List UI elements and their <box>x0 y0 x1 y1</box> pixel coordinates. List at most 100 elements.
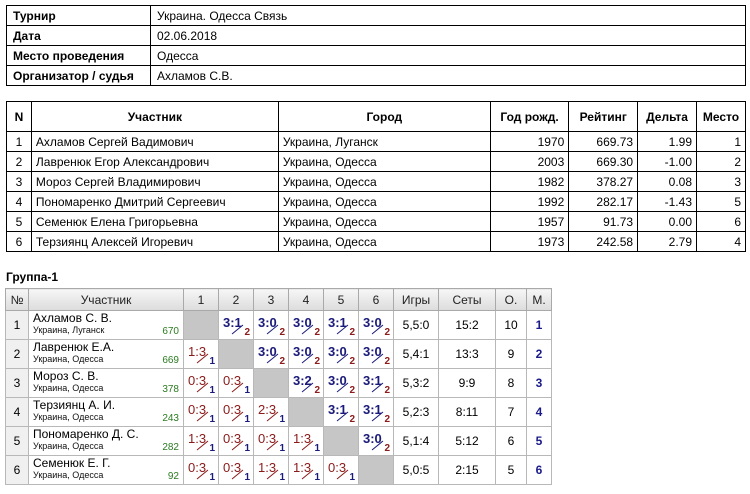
participant-cell: 378.27 <box>568 171 639 192</box>
participant-cell: 4 <box>696 231 746 252</box>
match-points: 2 <box>349 327 355 338</box>
group-header: № <box>5 288 29 311</box>
info-row: Место проведения Одесса <box>6 45 746 66</box>
participant-cell: 5 <box>696 191 746 212</box>
info-value: 02.06.2018 <box>150 25 746 46</box>
participant-cell: 242.58 <box>568 231 639 252</box>
match-cell: 3:1 2 <box>358 368 394 398</box>
group-header: 4 <box>288 288 324 311</box>
points-cell: 8 <box>495 368 527 398</box>
row-number: 3 <box>5 368 29 398</box>
match-points: 2 <box>349 356 355 367</box>
match-cell: 3:1 2 <box>323 310 359 340</box>
match-points: 1 <box>209 414 215 425</box>
group-header: 1 <box>183 288 219 311</box>
games-cell: 5,0:5 <box>393 455 439 485</box>
participant-cell: Лавренюк Егор Александрович <box>30 151 279 172</box>
player-city: Украина, Одесса <box>33 354 104 364</box>
participant-cell: 2.79 <box>637 231 697 252</box>
match-points: 1 <box>314 443 320 454</box>
match-cell: 0:3 1 <box>183 368 219 398</box>
player-city: Украина, Одесса <box>33 470 104 480</box>
player-name: Терзиянц А. И. <box>33 398 116 412</box>
match-cell: 0:3 1 <box>253 426 289 456</box>
participant-cell: 1982 <box>489 171 570 192</box>
group-row: 4 Терзиянц А. И. Украина, Одесса 243 0:3 1 0:3… <box>5 397 552 427</box>
sets-cell: 9:9 <box>438 368 496 398</box>
sets-cell: 5:12 <box>438 426 496 456</box>
participant-row: 1 Ахламов Сергей Вадимович Украина, Луганс… <box>6 131 746 152</box>
player-name: Пономаренко Д. С. <box>33 427 139 441</box>
info-label: Место проведения <box>6 45 151 66</box>
match-points: 2 <box>314 356 320 367</box>
match-cell: 3:1 2 <box>218 310 254 340</box>
player-city: Украина, Луганск <box>33 325 105 335</box>
points-cell: 6 <box>495 426 527 456</box>
match-cell: 3:0 2 <box>323 368 359 398</box>
participant-cell: Украина, Одесса <box>277 171 491 192</box>
participant-cell: Украина, Одесса <box>277 211 491 232</box>
slash-icon <box>266 411 279 422</box>
slash-icon <box>336 353 349 364</box>
match-points: 1 <box>244 385 250 396</box>
match-cell: 0:3 1 <box>183 455 219 485</box>
player-rating: 378 <box>162 384 179 395</box>
participant-cell: 4 <box>6 191 32 212</box>
slash-icon <box>371 382 384 393</box>
group-header: 6 <box>358 288 394 311</box>
match-cell: 0:3 1 <box>218 426 254 456</box>
match-cell: 3:0 2 <box>253 339 289 369</box>
points-cell: 7 <box>495 397 527 427</box>
slash-icon <box>196 440 209 451</box>
slash-icon <box>301 469 314 480</box>
slash-icon <box>231 411 244 422</box>
player-cell: Семенюк Е. Г. Украина, Одесса 92 <box>28 455 184 485</box>
participant-cell: 0.08 <box>637 171 697 192</box>
group-header: Сеты <box>438 288 496 311</box>
group-title: Группа-1 <box>6 270 59 284</box>
participants-header: N <box>6 101 32 132</box>
participant-cell: 669.30 <box>568 151 639 172</box>
participant-cell: 91.73 <box>568 211 639 232</box>
diagonal-cell <box>288 397 324 427</box>
points-cell: 9 <box>495 339 527 369</box>
match-points: 2 <box>349 385 355 396</box>
match-cell: 3:0 2 <box>288 339 324 369</box>
slash-icon <box>231 440 244 451</box>
participants-header: Дельта <box>637 101 697 132</box>
player-name: Мороз С. В. <box>33 369 99 383</box>
match-points: 1 <box>209 472 215 483</box>
sets-cell: 13:3 <box>438 339 496 369</box>
diagonal-cell <box>218 339 254 369</box>
slash-icon <box>371 353 384 364</box>
participant-cell: 1 <box>696 131 746 152</box>
player-city: Украина, Одесса <box>33 441 104 451</box>
info-label: Организатор / судья <box>6 65 151 86</box>
match-cell: 3:1 2 <box>358 397 394 427</box>
diagonal-cell <box>253 368 289 398</box>
match-cell: 0:3 1 <box>218 397 254 427</box>
participant-cell: Украина, Одесса <box>277 151 491 172</box>
participant-cell: 5 <box>6 211 32 232</box>
info-value: Украина. Одесса Связь <box>150 5 746 26</box>
match-points: 1 <box>314 472 320 483</box>
participant-cell: 1970 <box>489 131 570 152</box>
player-name: Семенюк Е. Г. <box>33 456 111 470</box>
group-header: О. <box>495 288 527 311</box>
group-row: 6 Семенюк Е. Г. Украина, Одесса 92 0:3 1 0:3 1 1… <box>5 455 552 485</box>
participant-cell: 2 <box>696 151 746 172</box>
participant-row: 5 Семенюк Елена Григорьевна Украина, Одесс… <box>6 211 746 232</box>
place-cell: 5 <box>526 426 552 456</box>
player-rating: 670 <box>162 326 179 337</box>
info-label: Дата <box>6 25 151 46</box>
participants-header: Участник <box>30 101 279 132</box>
tournament-info-table: Турнир Украина. Одесса Связь Дата 02.06.201… <box>6 5 746 86</box>
participant-row: 3 Мороз Сергей Владимирович Украина, Одесс… <box>6 171 746 192</box>
match-cell: 3:0 2 <box>358 339 394 369</box>
participant-cell: Украина, Луганск <box>277 131 491 152</box>
participants-table: N Участник Город Год рожд. Рейтинг Дельта Мест… <box>6 101 746 252</box>
group-header: Игры <box>393 288 439 311</box>
participant-cell: 3 <box>6 171 32 192</box>
participant-cell: 1 <box>6 131 32 152</box>
participant-cell: -1.00 <box>637 151 697 172</box>
